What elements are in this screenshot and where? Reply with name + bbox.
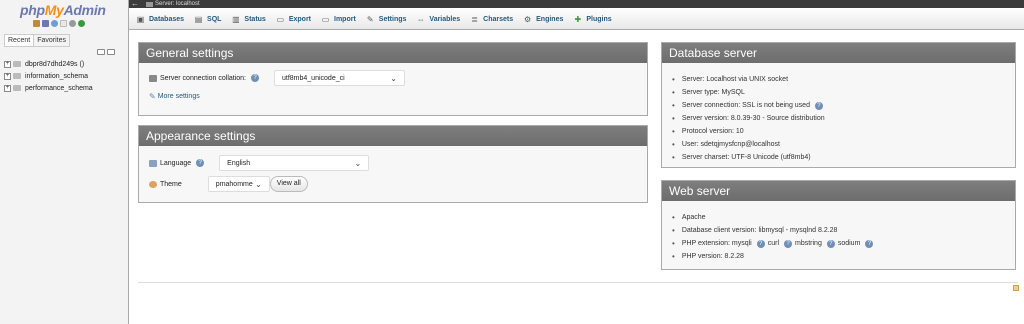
expand-icon[interactable]: +: [4, 72, 11, 80]
tab-favorites[interactable]: Favorites: [34, 34, 70, 47]
sql-icon: ▤: [194, 14, 203, 24]
collapse-all-icon[interactable]: [97, 49, 105, 55]
list-item: Protocol version: 10: [672, 125, 1005, 138]
sql-query-icon[interactable]: [42, 20, 49, 27]
database-server-panel: Database server Server: Localhost via UN…: [661, 42, 1016, 168]
expand-icon[interactable]: +: [4, 60, 11, 68]
db-item[interactable]: + dbpr8d7dhd249s (): [4, 58, 93, 70]
expand-icon[interactable]: +: [4, 84, 11, 92]
panel-title: Database server: [662, 43, 1015, 63]
more-settings-link[interactable]: More settings: [158, 93, 200, 100]
database-icon: [13, 61, 21, 67]
collation-label: Server connection collation:: [160, 74, 246, 82]
settings-icon: ✎: [366, 14, 374, 24]
chevron-down-icon: ⌄: [354, 158, 362, 168]
list-item: User: sdetqjmysfcnp@localhost: [672, 138, 1005, 151]
db-name[interactable]: performance_schema: [25, 85, 93, 92]
tab-engines[interactable]: ⚙ Engines: [521, 9, 571, 30]
list-item: Server connection: SSL is not being used…: [672, 99, 1005, 112]
db-item[interactable]: + information_schema: [4, 70, 93, 82]
engines-icon: ⚙: [524, 14, 532, 24]
tab-plugins[interactable]: ✚ Plugins: [571, 9, 619, 30]
tab-settings[interactable]: ✎ Settings: [364, 9, 415, 30]
variables-icon: ⇔: [416, 14, 425, 24]
help-icon[interactable]: ?: [196, 159, 205, 167]
collation-icon: [149, 74, 157, 82]
list-item: Server version: 8.0.39-30 - Source distr…: [672, 112, 1005, 125]
help-icon[interactable]: ?: [826, 239, 835, 248]
language-label: Language: [160, 159, 192, 167]
link-with-main-icon[interactable]: [107, 49, 115, 55]
navigation-sidebar: phpMyAdmin Recent Favorites + dbpr8d7dhd…: [0, 0, 129, 324]
home-icon[interactable]: [33, 20, 40, 27]
tab-recent[interactable]: Recent: [4, 34, 35, 47]
chevron-down-icon: ⌄: [255, 179, 262, 189]
database-icon: [13, 85, 21, 91]
export-icon: ▭: [276, 14, 285, 24]
tab-variables[interactable]: ⇔ Variables: [414, 9, 468, 30]
main-menu: ▣ Databases ▤ SQL ▥ Status ▭ Export ▭ Import …: [129, 9, 1024, 30]
list-item: Server type: MySQL: [672, 86, 1005, 99]
theme-icon: [149, 180, 157, 188]
chevron-down-icon: ⌄: [390, 73, 397, 83]
help-icon[interactable]: ?: [865, 239, 874, 248]
tab-sql[interactable]: ▤ SQL: [192, 9, 229, 30]
help-icon[interactable]: ?: [814, 101, 823, 110]
appearance-settings-panel: Appearance settings Language ? English ⌄…: [138, 125, 648, 203]
plugins-icon: ✚: [574, 14, 582, 24]
panel-title: General settings: [139, 43, 647, 63]
panel-title: Appearance settings: [139, 126, 647, 146]
language-select[interactable]: English ⌄: [219, 155, 370, 171]
tab-import[interactable]: ▭ Import: [319, 9, 364, 30]
panel-title: Web server: [662, 181, 1015, 201]
db-name[interactable]: information_schema: [25, 73, 88, 80]
sidebar-tabs: Recent Favorites: [4, 34, 70, 47]
phpmyadmin-logo[interactable]: phpMyAdmin: [20, 2, 106, 18]
language-icon: [149, 159, 157, 167]
collation-select[interactable]: utf8mb4_unicode_ci ⌄: [274, 70, 405, 86]
reload-icon[interactable]: [78, 20, 85, 27]
db-server-info-list: Server: Localhost via UNIX socket Server…: [672, 69, 1005, 164]
tree-controls: [97, 49, 115, 55]
tab-export[interactable]: ▭ Export: [274, 9, 319, 30]
settings-icon[interactable]: [69, 20, 76, 27]
list-item: Server charset: UTF-8 Unicode (utf8mb4): [672, 151, 1005, 164]
web-server-info-list: Apache Database client version: libmysql…: [672, 207, 1005, 263]
charsets-icon: ≣: [471, 14, 478, 24]
database-tree: + dbpr8d7dhd249s () + information_schema…: [4, 58, 93, 94]
view-all-themes-button[interactable]: View all: [269, 176, 308, 192]
theme-select[interactable]: pmahomme ⌄: [207, 176, 270, 192]
db-name[interactable]: dbpr8d7dhd249s (): [25, 61, 84, 68]
help-icon[interactable]: [60, 20, 67, 27]
divider: [138, 282, 1018, 283]
console-icon[interactable]: [1013, 285, 1019, 291]
theme-label: Theme: [160, 180, 182, 188]
top-breadcrumb-bar: ← Server: localhost: [129, 0, 1024, 8]
server-icon: [146, 1, 153, 7]
list-item: Apache: [672, 211, 1005, 224]
databases-icon: ▣: [136, 14, 145, 24]
collapse-sidebar-button[interactable]: ←: [131, 0, 139, 8]
web-server-panel: Web server Apache Database client versio…: [661, 180, 1016, 270]
list-item: PHP extension: mysqli ? curl ? mbstring …: [672, 237, 1005, 250]
docs-icon[interactable]: [51, 20, 58, 27]
sidebar-quick-icons: [33, 20, 85, 27]
help-icon[interactable]: ?: [756, 239, 765, 248]
breadcrumb-server-link[interactable]: Server: localhost: [155, 0, 200, 8]
list-item: PHP version: 8.2.28: [672, 250, 1005, 263]
tab-charsets[interactable]: ≣ Charsets: [468, 9, 521, 30]
db-item[interactable]: + performance_schema: [4, 82, 93, 94]
list-item: Server: Localhost via UNIX socket: [672, 73, 1005, 86]
database-icon: [13, 73, 21, 79]
status-icon: ▥: [232, 14, 240, 24]
help-icon[interactable]: ?: [784, 239, 792, 248]
wrench-icon: ✎: [149, 91, 156, 101]
tab-status[interactable]: ▥ Status: [229, 9, 273, 30]
general-settings-panel: General settings Server connection colla…: [138, 42, 648, 116]
breadcrumb: Server: localhost: [146, 0, 200, 8]
tab-databases[interactable]: ▣ Databases: [134, 9, 192, 30]
help-icon[interactable]: ?: [251, 74, 259, 82]
list-item: Database client version: libmysql - mysq…: [672, 224, 1005, 237]
import-icon: ▭: [321, 14, 330, 24]
